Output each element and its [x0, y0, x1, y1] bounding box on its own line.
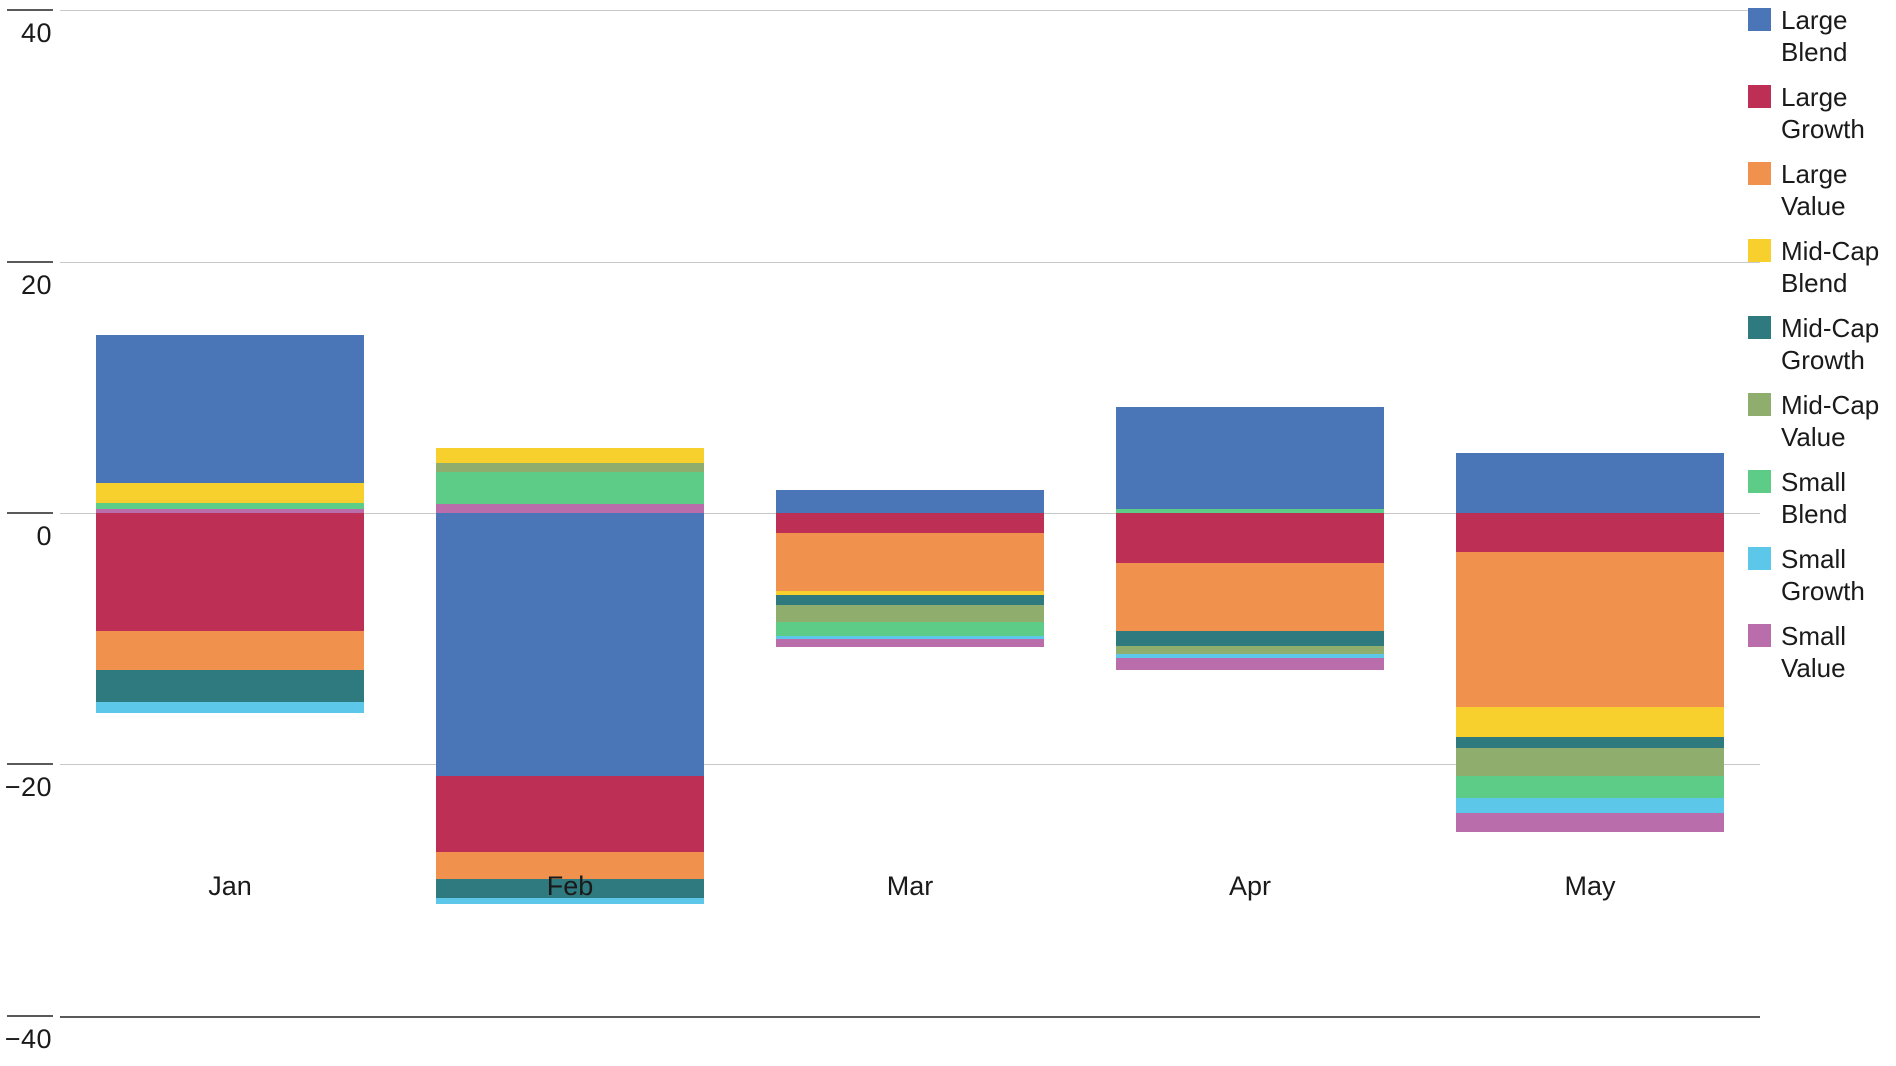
legend-item-large-value[interactable]: Large Value — [1748, 158, 1896, 222]
legend-label-mid-cap-value: Mid-Cap Value — [1781, 390, 1880, 452]
legend-item-large-blend[interactable]: Large Blend — [1748, 4, 1896, 68]
bar-apr[interactable] — [1116, 0, 1384, 1010]
y-tick--20 — [7, 763, 53, 766]
segment-small-value[interactable] — [436, 504, 704, 513]
bar-may[interactable] — [1456, 0, 1724, 1010]
legend-label-large-growth: Large Growth — [1781, 82, 1865, 144]
y-axis-label--40: −40 — [4, 1023, 52, 1054]
y-axis-label-40: 40 — [20, 18, 52, 49]
bar-mar[interactable] — [776, 0, 1044, 1010]
y-tick-20 — [7, 260, 53, 263]
legend-label-small-value: Small Value — [1781, 621, 1847, 683]
segment-large-value[interactable] — [776, 533, 1044, 591]
segment-small-blend[interactable] — [776, 622, 1044, 637]
segment-large-value[interactable] — [1116, 563, 1384, 632]
legend-swatch-small-blend — [1748, 470, 1771, 493]
legend-item-mid-cap-growth[interactable]: Mid-Cap Growth — [1748, 312, 1896, 376]
legend-item-mid-cap-blend[interactable]: Mid-Cap Blend — [1748, 235, 1896, 299]
x-axis-label-feb: Feb — [546, 871, 594, 901]
legend-swatch-large-blend — [1748, 8, 1771, 31]
segment-small-blend[interactable] — [436, 471, 704, 505]
legend-swatch-mid-cap-growth — [1748, 316, 1771, 339]
bar-jan[interactable] — [96, 0, 364, 1010]
y-axis-label-0: 0 — [36, 521, 52, 551]
segment-mid-cap-blend[interactable] — [436, 447, 704, 463]
segment-mid-cap-value[interactable] — [436, 462, 704, 472]
legend-item-small-blend[interactable]: Small Blend — [1748, 466, 1896, 530]
legend-item-mid-cap-value[interactable]: Mid-Cap Value — [1748, 389, 1896, 453]
segment-mid-cap-growth[interactable] — [776, 594, 1044, 605]
legend-label-mid-cap-blend: Mid-Cap Blend — [1781, 236, 1880, 298]
legend-swatch-small-growth — [1748, 547, 1771, 570]
segment-large-blend[interactable] — [436, 513, 704, 776]
legend-label-large-value: Large Value — [1781, 159, 1848, 221]
segment-small-value[interactable] — [776, 638, 1044, 648]
legend-item-large-growth[interactable]: Large Growth — [1748, 81, 1896, 145]
chart-root: Jan Feb Mar Apr May 40 20 0 −20 −40 Large Blend L… — [0, 0, 1896, 1066]
segment-small-value[interactable] — [1116, 657, 1384, 671]
legend-swatch-mid-cap-blend — [1748, 239, 1771, 262]
segment-large-blend[interactable] — [1116, 407, 1384, 510]
x-axis-label-mar: Mar — [886, 871, 934, 901]
segment-large-growth[interactable] — [436, 775, 704, 853]
segment-mid-cap-value[interactable] — [1456, 748, 1724, 776]
legend-label-small-blend: Small Blend — [1781, 467, 1848, 529]
segment-large-growth[interactable] — [96, 513, 364, 632]
segment-mid-cap-growth[interactable] — [96, 670, 364, 702]
segment-large-blend[interactable] — [776, 490, 1044, 513]
segment-large-growth[interactable] — [1116, 513, 1384, 564]
segment-large-value[interactable] — [1456, 551, 1724, 707]
legend-label-mid-cap-growth: Mid-Cap Growth — [1781, 313, 1880, 375]
segment-small-blend[interactable] — [1456, 775, 1724, 799]
segment-mid-cap-blend[interactable] — [96, 482, 364, 503]
legend-label-large-blend: Large Blend — [1781, 5, 1848, 67]
segment-large-blend[interactable] — [96, 334, 364, 483]
legend-swatch-large-value — [1748, 162, 1771, 185]
y-tick--40 — [7, 1014, 53, 1017]
legend-item-small-value[interactable]: Small Value — [1748, 620, 1896, 684]
x-axis-label-jan: Jan — [208, 871, 252, 901]
segment-small-growth[interactable] — [1456, 798, 1724, 814]
bar-feb[interactable] — [436, 0, 704, 1010]
y-tick-40 — [7, 9, 53, 12]
segment-small-growth[interactable] — [96, 701, 364, 713]
legend-label-small-growth: Small Growth — [1781, 544, 1865, 606]
legend-swatch-small-value — [1748, 624, 1771, 647]
segment-mid-cap-value[interactable] — [1116, 646, 1384, 654]
legend-swatch-large-growth — [1748, 85, 1771, 108]
segment-large-growth[interactable] — [776, 513, 1044, 534]
segment-large-growth[interactable] — [1456, 513, 1724, 552]
segment-mid-cap-value[interactable] — [776, 604, 1044, 623]
legend-item-small-growth[interactable]: Small Growth — [1748, 543, 1896, 607]
y-axis-label--20: −20 — [4, 772, 52, 803]
segment-large-blend[interactable] — [1456, 452, 1724, 513]
segment-mid-cap-blend[interactable] — [1456, 706, 1724, 737]
segment-mid-cap-growth[interactable] — [1456, 736, 1724, 749]
segment-mid-cap-growth[interactable] — [1116, 631, 1384, 647]
x-axis-label-may: May — [1564, 871, 1616, 901]
y-axis-label-20: 20 — [20, 269, 52, 300]
legend-swatch-mid-cap-value — [1748, 393, 1771, 416]
x-axis-label-apr: Apr — [1228, 871, 1272, 901]
gridline--40 — [60, 1015, 1760, 1018]
y-tick-0 — [7, 512, 53, 514]
segment-small-value[interactable] — [1456, 813, 1724, 833]
plot-area: Jan Feb Mar Apr May — [60, 0, 1760, 1018]
chart-legend: Large Blend Large Growth Large Value Mid-Ca… — [1748, 4, 1896, 697]
segment-large-value[interactable] — [96, 631, 364, 671]
